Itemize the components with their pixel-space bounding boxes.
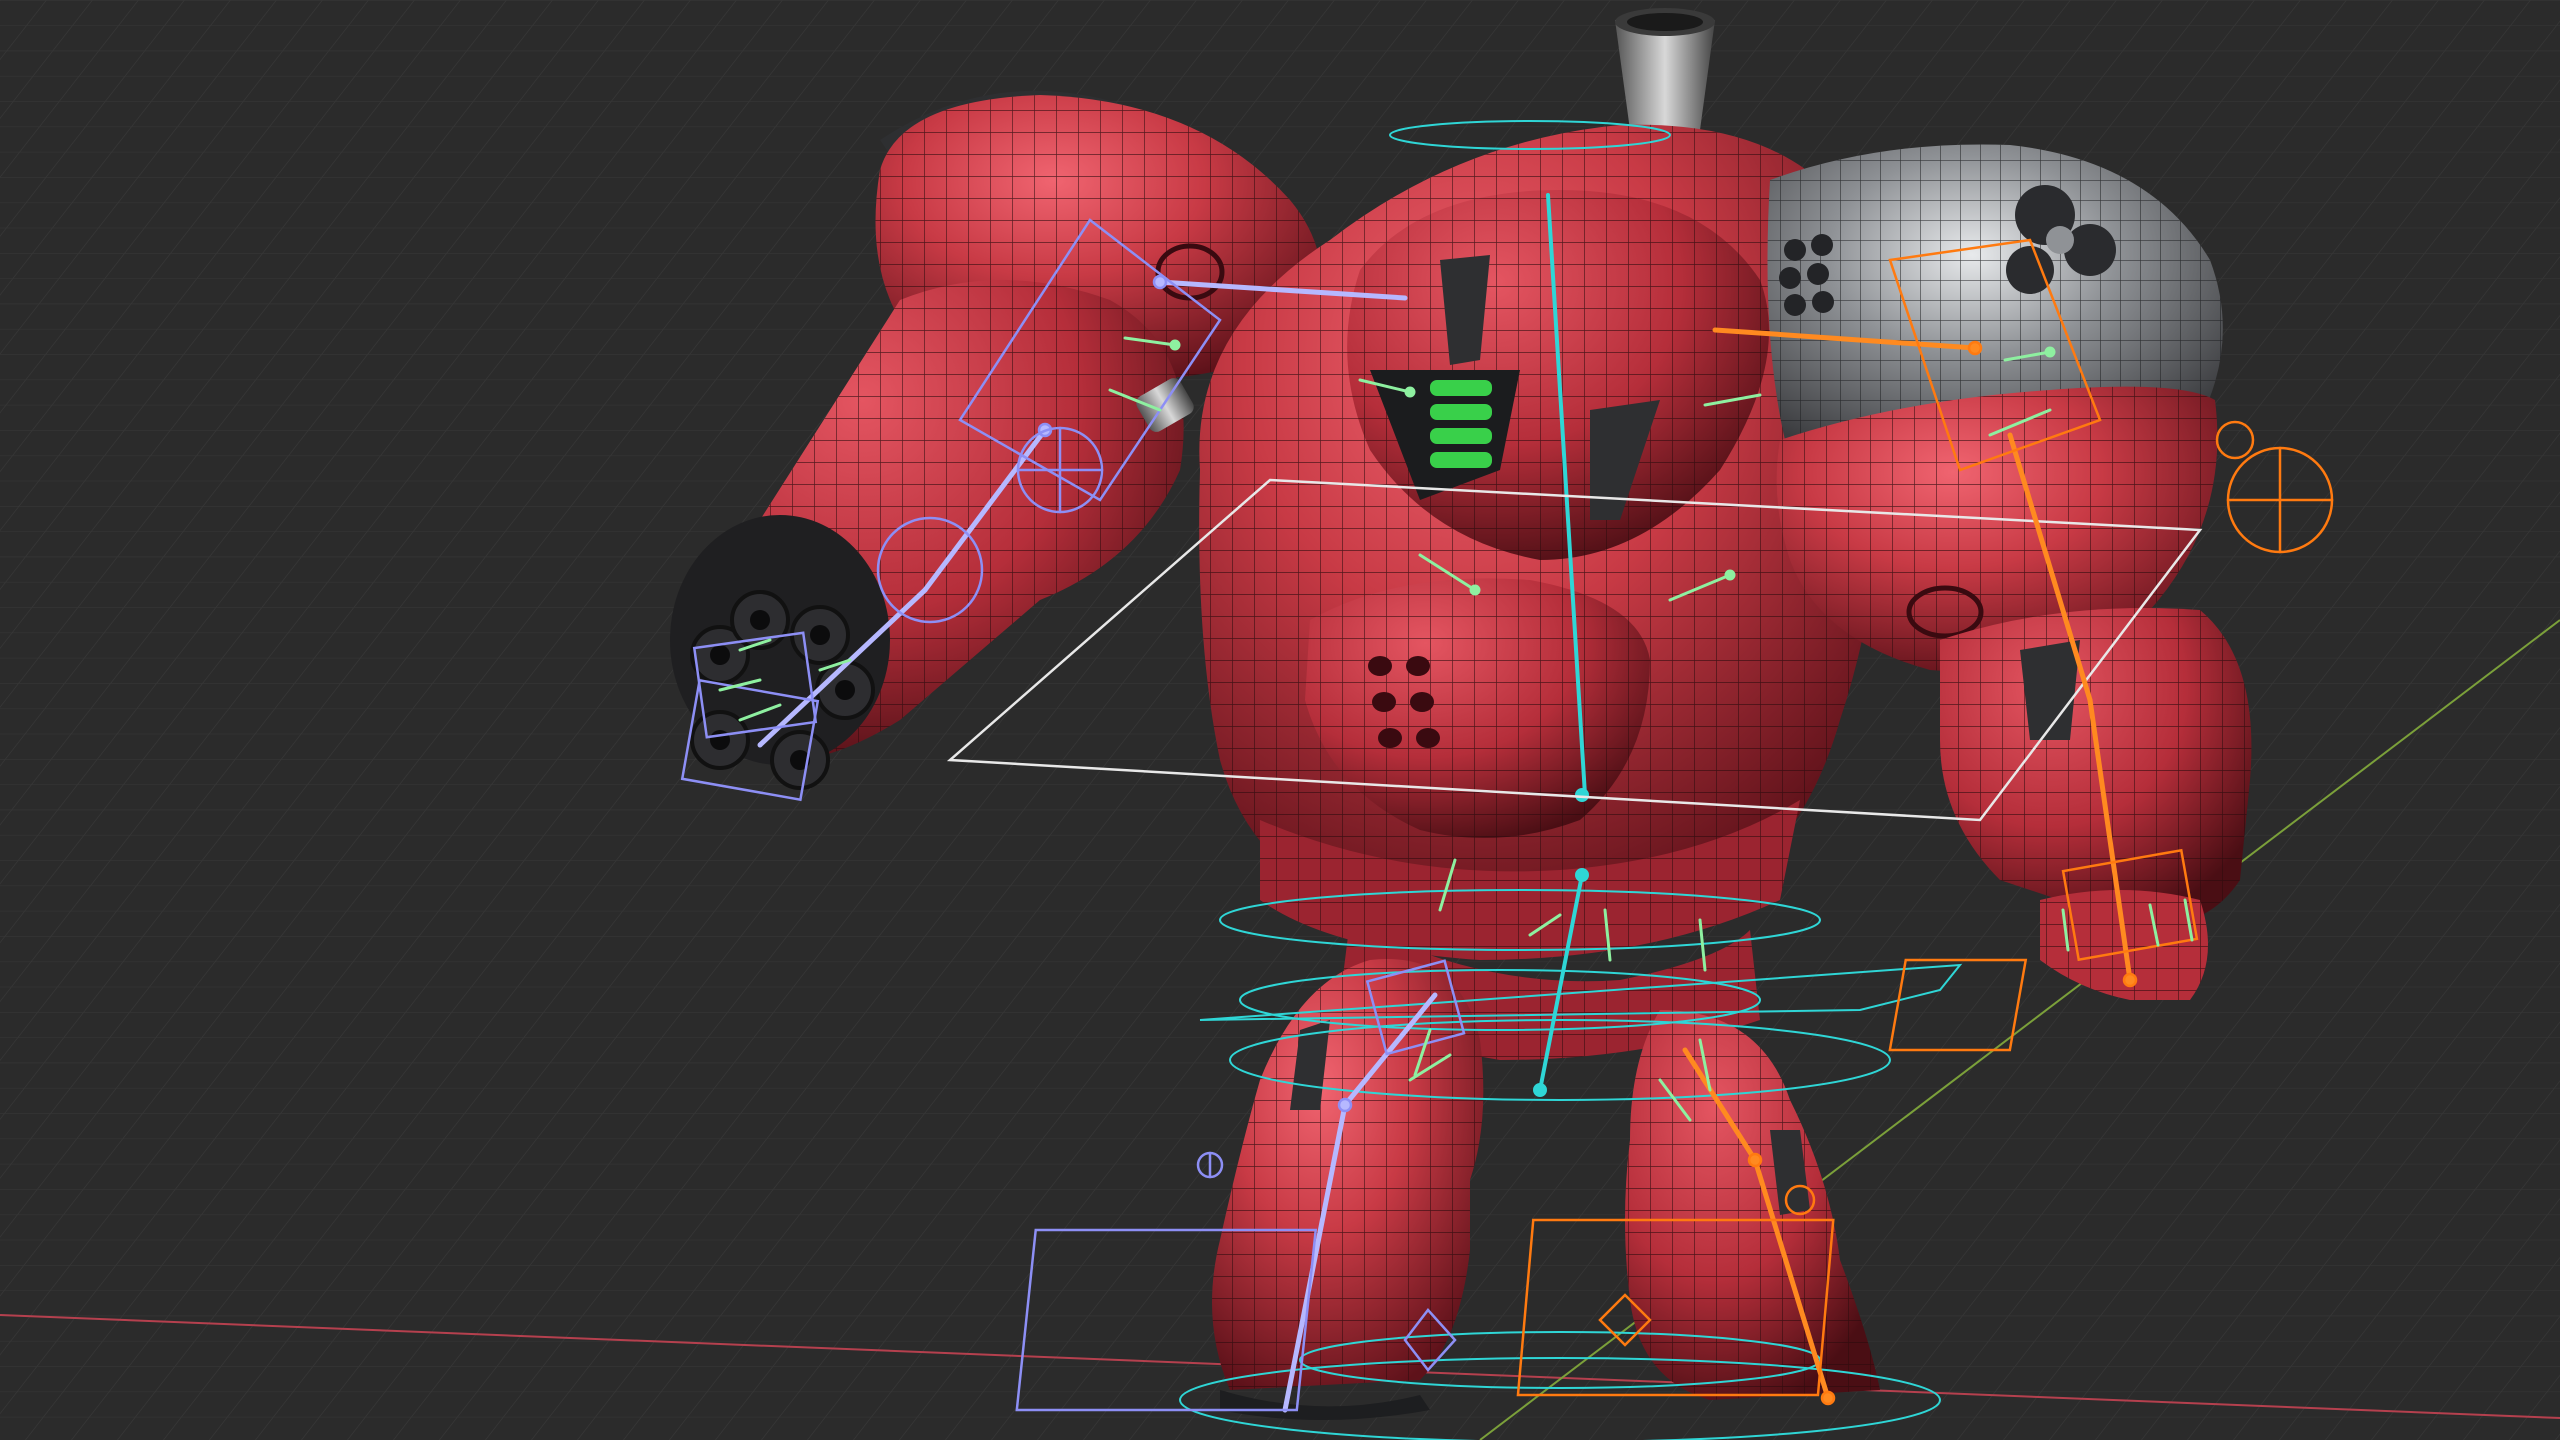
right-shoulder-pad[interactable] [1767,144,2223,672]
3d-viewport[interactable] [0,0,2560,1440]
viewport-canvas[interactable] [0,0,2560,1440]
top-exhaust [1615,8,1715,130]
